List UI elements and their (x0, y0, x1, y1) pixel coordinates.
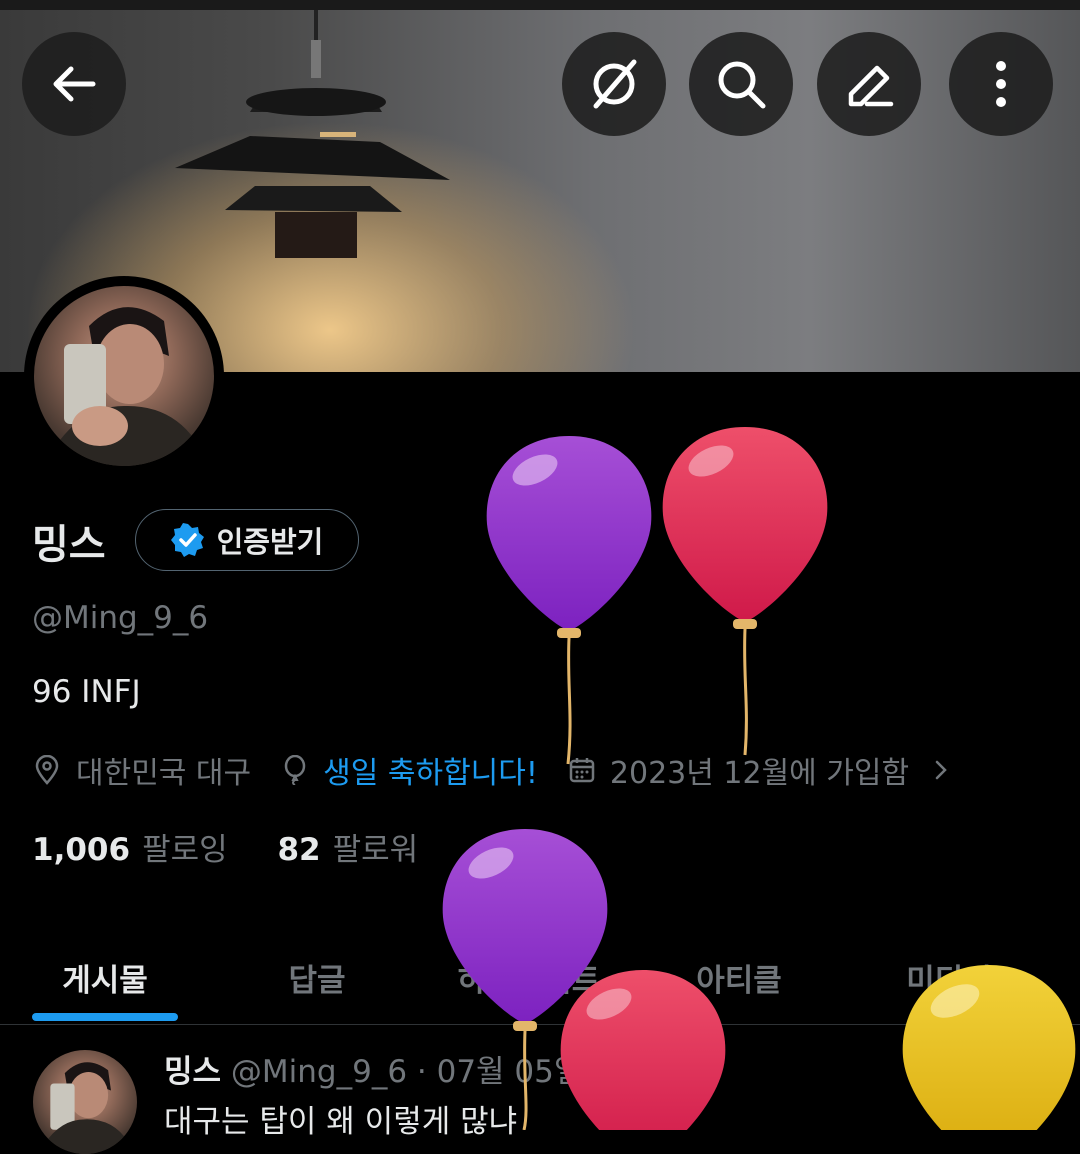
grok-button[interactable] (562, 32, 666, 136)
search-icon (718, 61, 766, 109)
get-verified-button[interactable]: 인증받기 (135, 509, 359, 571)
back-button[interactable] (22, 32, 126, 136)
back-arrow-icon (53, 66, 96, 102)
post-avatar[interactable] (33, 1050, 137, 1154)
more-options-button[interactable] (949, 32, 1053, 136)
followers-link[interactable]: 82 팔로워 (277, 832, 418, 868)
profile-tabs: 게시물 답글 하이라이트 아티클 미디어 (0, 930, 1080, 1025)
tab-posts[interactable]: 게시물 (0, 930, 210, 1024)
chevron-right-icon (935, 760, 947, 780)
avatar-image (34, 286, 214, 466)
verified-badge-icon (170, 523, 204, 557)
following-link[interactable]: 1,006 팔로잉 (32, 832, 228, 868)
location-item: 대한민국 대구 (32, 748, 251, 792)
search-button[interactable] (689, 32, 793, 136)
get-verified-label: 인증받기 (216, 525, 324, 559)
post-header: 밍스 @Ming_9_6 · 07월 05일 (164, 1046, 582, 1091)
tab-highlights[interactable]: 하이라이트 (424, 930, 634, 1024)
post-author-name: 밍스 (164, 1054, 222, 1090)
calendar-icon (569, 758, 595, 783)
profile-bio: 96 INFJ (32, 674, 141, 710)
followers-label: 팔로워 (332, 832, 419, 868)
followers-count: 82 (277, 832, 321, 868)
balloon-icon (284, 755, 306, 785)
edit-button[interactable] (817, 32, 921, 136)
tab-articles[interactable]: 아티클 (634, 930, 844, 1024)
following-label: 팔로잉 (142, 832, 228, 868)
joined-text: 2023년 12월에 가입함 (609, 756, 910, 791)
profile-avatar[interactable] (24, 276, 224, 476)
joined-item[interactable]: 2023년 12월에 가입함 (568, 748, 951, 792)
profile-handle: @Ming_9_6 (32, 600, 209, 636)
more-vertical-icon (996, 61, 1006, 107)
red-balloon (662, 427, 828, 756)
profile-meta: 대한민국 대구 생일 축하합니다! 2023년 12월에 가입함 (32, 748, 981, 792)
grok-icon (593, 59, 637, 109)
more-vertical-icon (1020, 1055, 1026, 1085)
post-handle-date: @Ming_9_6 · 07월 05일 (230, 1054, 583, 1090)
birthday-item[interactable]: 생일 축하합니다! (281, 748, 538, 792)
active-tab-indicator (32, 1013, 178, 1021)
tab-media[interactable]: 미디어 (844, 930, 1054, 1024)
location-text: 대한민국 대구 (76, 756, 252, 791)
post-more-button[interactable] (1015, 1050, 1031, 1094)
purple-balloon (486, 436, 652, 765)
tab-replies[interactable]: 답글 (210, 930, 424, 1024)
edit-icon (848, 65, 894, 107)
birthday-text: 생일 축하합니다! (323, 756, 538, 791)
post-text: 대구는 탑이 왜 이렇게 많냐 (164, 1104, 518, 1140)
following-count: 1,006 (32, 832, 131, 868)
follow-stats: 1,006 팔로잉 82 팔로워 (32, 824, 458, 869)
location-pin-icon (35, 755, 59, 785)
post-avatar-image (38, 1062, 135, 1154)
profile-name: 밍스 (32, 522, 106, 568)
